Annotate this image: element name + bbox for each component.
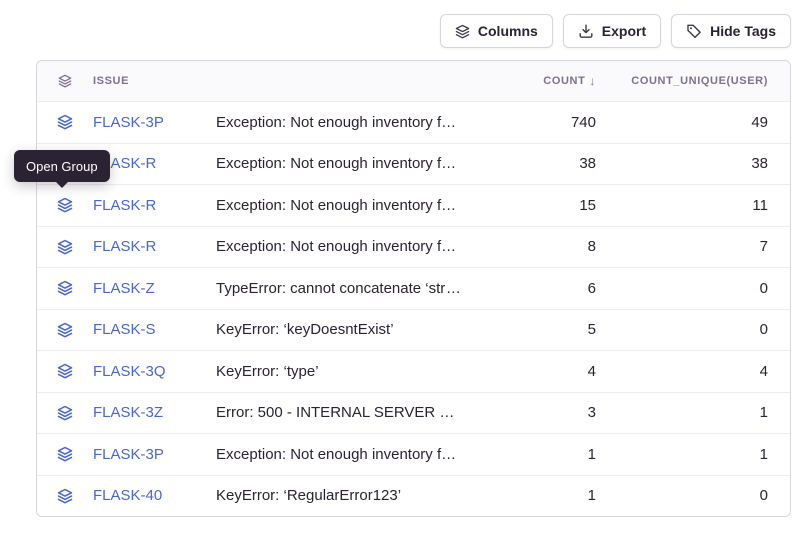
open-group-icon[interactable] xyxy=(37,363,93,379)
count-unique-cell: 0 xyxy=(604,321,790,338)
count-cell: 1 xyxy=(474,487,604,504)
columns-button[interactable]: Columns xyxy=(440,14,553,48)
issue-title: Exception: Not enough inventory for n… xyxy=(216,446,474,463)
issue-id-link[interactable]: FLASK-3P xyxy=(93,114,164,131)
layers-icon xyxy=(455,24,470,39)
open-group-icon[interactable] xyxy=(37,280,93,296)
header-layers-icon xyxy=(37,74,93,88)
count-unique-cell: 4 xyxy=(604,363,790,380)
table-row[interactable]: FLASK-40 KeyError: ‘RegularError123’ 1 0 xyxy=(37,475,790,517)
tooltip-text: Open Group xyxy=(26,159,98,174)
issue-title: Exception: Not enough inventory for h… xyxy=(216,197,474,214)
table-row[interactable]: FLASK-S KeyError: ‘keyDoesntExist’ 5 0 xyxy=(37,309,790,351)
issue-id-link[interactable]: FLASK-3Q xyxy=(93,363,166,380)
count-cell: 3 xyxy=(474,404,604,421)
count-unique-cell: 0 xyxy=(604,487,790,504)
issue-id-cell: FLASK-3Z xyxy=(93,404,216,421)
issue-id-link[interactable]: FLASK-R xyxy=(93,197,156,214)
export-button[interactable]: Export xyxy=(563,14,661,48)
issue-id-link[interactable]: FLASK-Z xyxy=(93,280,155,297)
issue-id-cell: FLASK-S xyxy=(93,321,216,338)
issue-id-cell: FLASK-R xyxy=(93,155,216,172)
header-count[interactable]: COUNT ↓ xyxy=(474,75,604,87)
open-group-icon[interactable] xyxy=(37,405,93,421)
count-cell: 4 xyxy=(474,363,604,380)
issue-title: Exception: Not enough inventory for… xyxy=(216,155,474,172)
open-group-icon[interactable] xyxy=(37,114,93,130)
count-cell: 740 xyxy=(474,114,604,131)
issue-title: KeyError: ‘type’ xyxy=(216,363,474,380)
export-button-label: Export xyxy=(602,23,646,39)
issue-id-cell: FLASK-40 xyxy=(93,487,216,504)
issue-title: KeyError: ‘keyDoesntExist’ xyxy=(216,321,474,338)
count-cell: 15 xyxy=(474,197,604,214)
hide-tags-button-label: Hide Tags xyxy=(710,23,776,39)
issue-id-link[interactable]: FLASK-3Z xyxy=(93,404,163,421)
table-row[interactable]: FLASK-R Exception: Not enough inventory … xyxy=(37,143,790,185)
issue-id-cell: FLASK-R xyxy=(93,238,216,255)
open-group-tooltip: Open Group xyxy=(14,150,110,182)
table-body: FLASK-3P Exception: Not enough inventory… xyxy=(37,101,790,516)
count-unique-cell: 1 xyxy=(604,446,790,463)
table-row[interactable]: FLASK-3P Exception: Not enough inventory… xyxy=(37,101,790,143)
table-row[interactable]: FLASK-3P Exception: Not enough inventory… xyxy=(37,433,790,475)
count-unique-cell: 49 xyxy=(604,114,790,131)
count-cell: 8 xyxy=(474,238,604,255)
table-row[interactable]: FLASK-Z TypeError: cannot concatenate ‘s… xyxy=(37,267,790,309)
columns-button-label: Columns xyxy=(478,23,538,39)
issue-id-cell: FLASK-3P xyxy=(93,114,216,131)
count-cell: 1 xyxy=(474,446,604,463)
header-issue[interactable]: ISSUE xyxy=(93,75,216,87)
issues-table: ISSUE COUNT ↓ COUNT_UNIQUE(USER) FLASK-3… xyxy=(36,60,791,517)
issue-id-cell: FLASK-3Q xyxy=(93,363,216,380)
open-group-icon[interactable] xyxy=(37,197,93,213)
count-cell: 5 xyxy=(474,321,604,338)
open-group-icon[interactable] xyxy=(37,488,93,504)
table-row[interactable]: FLASK-3Z Error: 500 - INTERNAL SERVER ER… xyxy=(37,392,790,434)
count-unique-cell: 38 xyxy=(604,155,790,172)
count-cell: 38 xyxy=(474,155,604,172)
open-group-icon[interactable] xyxy=(37,322,93,338)
count-unique-cell: 7 xyxy=(604,238,790,255)
table-row[interactable]: FLASK-R Exception: Not enough inventory … xyxy=(37,184,790,226)
toolbar: Columns Export Hide Tags xyxy=(440,14,791,48)
count-unique-cell: 11 xyxy=(604,197,790,214)
issue-title: KeyError: ‘RegularError123’ xyxy=(216,487,474,504)
table-row[interactable]: FLASK-R Exception: Not enough inventory … xyxy=(37,226,790,268)
issue-id-link[interactable]: FLASK-40 xyxy=(93,487,162,504)
open-group-icon[interactable] xyxy=(37,239,93,255)
count-unique-cell: 1 xyxy=(604,404,790,421)
count-cell: 6 xyxy=(474,280,604,297)
download-icon xyxy=(578,23,594,39)
issue-id-cell: FLASK-R xyxy=(93,197,216,214)
issue-title: Exception: Not enough inventory for… xyxy=(216,114,474,131)
tag-icon xyxy=(686,23,702,39)
table-header-row: ISSUE COUNT ↓ COUNT_UNIQUE(USER) xyxy=(37,61,790,101)
issue-id-link[interactable]: FLASK-3P xyxy=(93,446,164,463)
issue-id-cell: FLASK-Z xyxy=(93,280,216,297)
issue-id-link[interactable]: FLASK-S xyxy=(93,321,156,338)
issue-id-cell: FLASK-3P xyxy=(93,446,216,463)
issue-id-link[interactable]: FLASK-R xyxy=(93,238,156,255)
header-count-label: COUNT xyxy=(543,75,585,87)
hide-tags-button[interactable]: Hide Tags xyxy=(671,14,791,48)
sort-desc-icon: ↓ xyxy=(589,75,596,87)
issue-title: Exception: Not enough inventory for n… xyxy=(216,238,474,255)
header-count-unique[interactable]: COUNT_UNIQUE(USER) xyxy=(604,75,790,87)
issue-title: Error: 500 - INTERNAL SERVER ERROR xyxy=(216,404,474,421)
open-group-icon[interactable] xyxy=(37,446,93,462)
issue-title: TypeError: cannot concatenate ‘str’ an… xyxy=(216,280,474,297)
count-unique-cell: 0 xyxy=(604,280,790,297)
table-row[interactable]: FLASK-3Q KeyError: ‘type’ 4 4 xyxy=(37,350,790,392)
